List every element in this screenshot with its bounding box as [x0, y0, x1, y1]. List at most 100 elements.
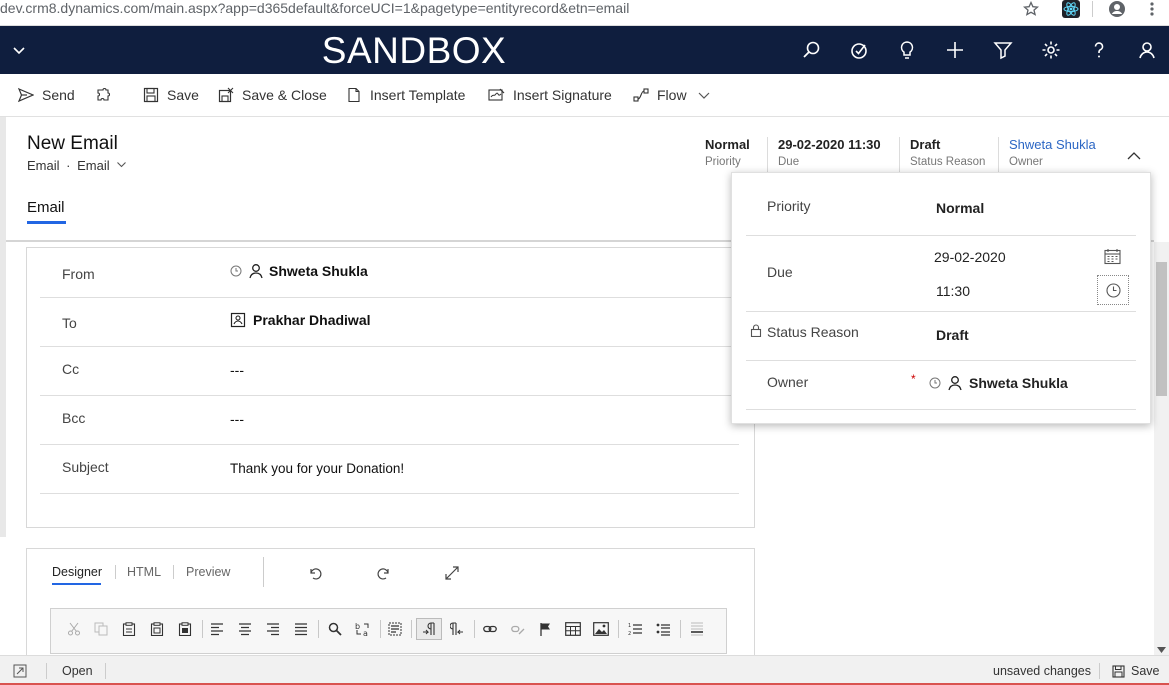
search-icon[interactable] — [799, 38, 823, 62]
send-button[interactable]: Send — [18, 85, 75, 105]
browser-menu-icon[interactable] — [1143, 0, 1161, 18]
flow-button[interactable]: Flow — [633, 85, 687, 105]
image-icon[interactable] — [592, 620, 610, 638]
to-label: To — [62, 315, 77, 331]
scrollbar-thumb[interactable] — [1156, 262, 1167, 396]
flyout-due-date[interactable]: 29-02-2020 — [934, 249, 1006, 265]
save-close-label: Save & Close — [242, 87, 327, 103]
anchor-flag-icon[interactable] — [537, 620, 555, 638]
record-title: New Email — [27, 133, 118, 154]
contact-card-icon — [230, 312, 246, 328]
profile-icon[interactable] — [1108, 0, 1126, 18]
paste-icon[interactable] — [120, 620, 138, 638]
user-icon[interactable] — [1135, 38, 1159, 62]
paste-text-icon[interactable] — [148, 620, 166, 638]
star-icon[interactable] — [1022, 0, 1040, 18]
url-text[interactable]: dev.crm8.dynamics.com/main.aspx?app=d365… — [0, 0, 629, 16]
send-label: Send — [42, 87, 75, 103]
bullet-list-icon[interactable] — [654, 620, 672, 638]
attach-button[interactable] — [95, 85, 119, 105]
toolbar-separator — [618, 620, 619, 638]
from-label: From — [62, 266, 95, 282]
justify-icon[interactable] — [292, 620, 310, 638]
statusbar-save-button[interactable]: Save — [1112, 664, 1160, 678]
calendar-icon[interactable] — [1104, 248, 1121, 270]
editor-tab-designer[interactable]: Designer — [52, 565, 102, 579]
align-right-icon[interactable] — [264, 620, 282, 638]
header-status-label: Status Reason — [910, 156, 986, 168]
copy-icon[interactable] — [92, 620, 110, 638]
insert-signature-button[interactable]: Insert Signature — [488, 85, 612, 105]
from-value[interactable]: Shweta Shukla — [230, 263, 368, 279]
document-icon — [348, 87, 360, 103]
form-selector[interactable]: Email — [77, 158, 127, 173]
cc-label: Cc — [62, 361, 80, 377]
find-icon[interactable] — [326, 620, 344, 638]
save-button[interactable]: Save — [143, 85, 199, 105]
time-picker-clock-icon[interactable] — [1097, 275, 1129, 305]
header-priority-value: Normal — [705, 137, 750, 152]
flyout-priority-value[interactable]: Normal — [936, 200, 984, 216]
flyout-owner-value[interactable]: Shweta Shukla — [929, 375, 1068, 391]
flyout-due-time[interactable]: 11:30 — [936, 283, 970, 299]
task-flow-icon[interactable] — [847, 38, 871, 62]
expand-icon[interactable] — [444, 565, 460, 586]
unlink-icon[interactable] — [509, 620, 527, 638]
react-extension-icon[interactable] — [1062, 0, 1080, 18]
gear-icon[interactable] — [1039, 38, 1063, 62]
lightbulb-icon[interactable] — [895, 38, 919, 62]
help-icon[interactable] — [1087, 38, 1111, 62]
flyout-owner-label: Owner — [767, 374, 809, 390]
horizontal-rule-icon[interactable] — [688, 620, 706, 638]
flyout-owner-name: Shweta Shukla — [969, 375, 1068, 391]
header-collapse-chevron-up-icon[interactable] — [1126, 148, 1142, 169]
svg-text:a: a — [363, 629, 368, 637]
save-close-icon — [218, 87, 234, 103]
paste-word-icon[interactable] — [176, 620, 194, 638]
from-value-text: Shweta Shukla — [269, 263, 368, 279]
filter-icon[interactable] — [991, 38, 1015, 62]
insert-template-button[interactable]: Insert Template — [346, 85, 465, 105]
subject-value[interactable]: Thank you for your Donation! — [230, 461, 404, 476]
save-close-button[interactable]: Save & Close — [218, 85, 327, 105]
table-icon[interactable] — [564, 620, 582, 638]
replace-icon[interactable]: ba — [354, 620, 372, 638]
ltr-direction-icon[interactable] — [416, 618, 442, 640]
save-label: Save — [167, 87, 199, 103]
status-bar: Open unsaved changes Save — [0, 655, 1169, 685]
align-center-icon[interactable] — [236, 620, 254, 638]
flow-dropdown-button[interactable] — [697, 85, 719, 105]
redo-icon[interactable] — [376, 565, 392, 586]
header-due: 29-02-2020 11:30 Due — [767, 137, 881, 173]
browser-url-bar: dev.crm8.dynamics.com/main.aspx?app=d365… — [0, 0, 1169, 26]
numbered-list-icon[interactable]: 12 — [626, 620, 644, 638]
header-owner: Shweta Shukla Owner — [998, 137, 1096, 173]
select-all-icon[interactable] — [386, 620, 404, 638]
subject-label: Subject — [62, 459, 109, 475]
field-row-bcc: Bcc --- — [40, 396, 739, 445]
tab-email[interactable]: Email — [27, 199, 65, 216]
editor-tab-preview[interactable]: Preview — [186, 565, 230, 579]
toolbar-separator — [318, 620, 319, 638]
align-left-icon[interactable] — [208, 620, 226, 638]
link-icon[interactable] — [481, 620, 499, 638]
editor-tab-html[interactable]: HTML — [127, 565, 161, 579]
cc-value[interactable]: --- — [230, 362, 244, 378]
cut-icon[interactable] — [65, 620, 83, 638]
chevron-down-icon — [698, 92, 710, 99]
to-value[interactable]: Prakhar Dhadiwal — [230, 312, 371, 328]
header-owner-value[interactable]: Shweta Shukla — [1009, 137, 1096, 152]
editor-tab-divider — [173, 565, 174, 579]
send-icon — [18, 87, 34, 103]
svg-text:1: 1 — [628, 623, 631, 629]
rtl-direction-icon[interactable] — [448, 620, 466, 638]
command-bar: Send Save Save & Close Insert Template I… — [0, 74, 1169, 117]
bcc-value[interactable]: --- — [230, 411, 244, 427]
plus-icon[interactable] — [943, 38, 967, 62]
undo-icon[interactable] — [307, 565, 323, 586]
flow-icon — [633, 88, 649, 102]
open-in-new-window-icon[interactable] — [13, 664, 27, 683]
header-status-value: Draft — [910, 137, 941, 152]
field-row-cc: Cc --- — [40, 347, 739, 396]
signature-icon — [488, 88, 505, 101]
